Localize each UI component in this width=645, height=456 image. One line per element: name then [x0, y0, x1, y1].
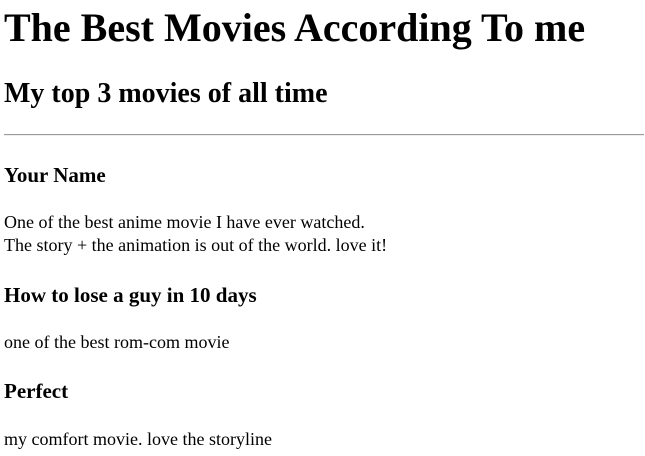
movie-description-perfect: my comfort movie. love the storyline — [4, 429, 272, 449]
movie-description-your-name: One of the best anime movie I have ever … — [4, 211, 387, 257]
page-title: The Best Movies According To me — [4, 5, 586, 50]
description-line: One of the best anime movie I have ever … — [4, 212, 365, 232]
movie-description-how-to-lose-a-guy: one of the best rom-com movie — [4, 332, 230, 352]
movie-title-perfect: Perfect — [4, 379, 69, 403]
movie-title-how-to-lose-a-guy: How to lose a guy in 10 days — [4, 283, 257, 307]
movie-title-your-name: Your Name — [4, 163, 106, 187]
divider — [4, 134, 644, 136]
page-subtitle: My top 3 movies of all time — [4, 78, 328, 109]
description-line: The story + the animation is out of the … — [4, 235, 388, 255]
